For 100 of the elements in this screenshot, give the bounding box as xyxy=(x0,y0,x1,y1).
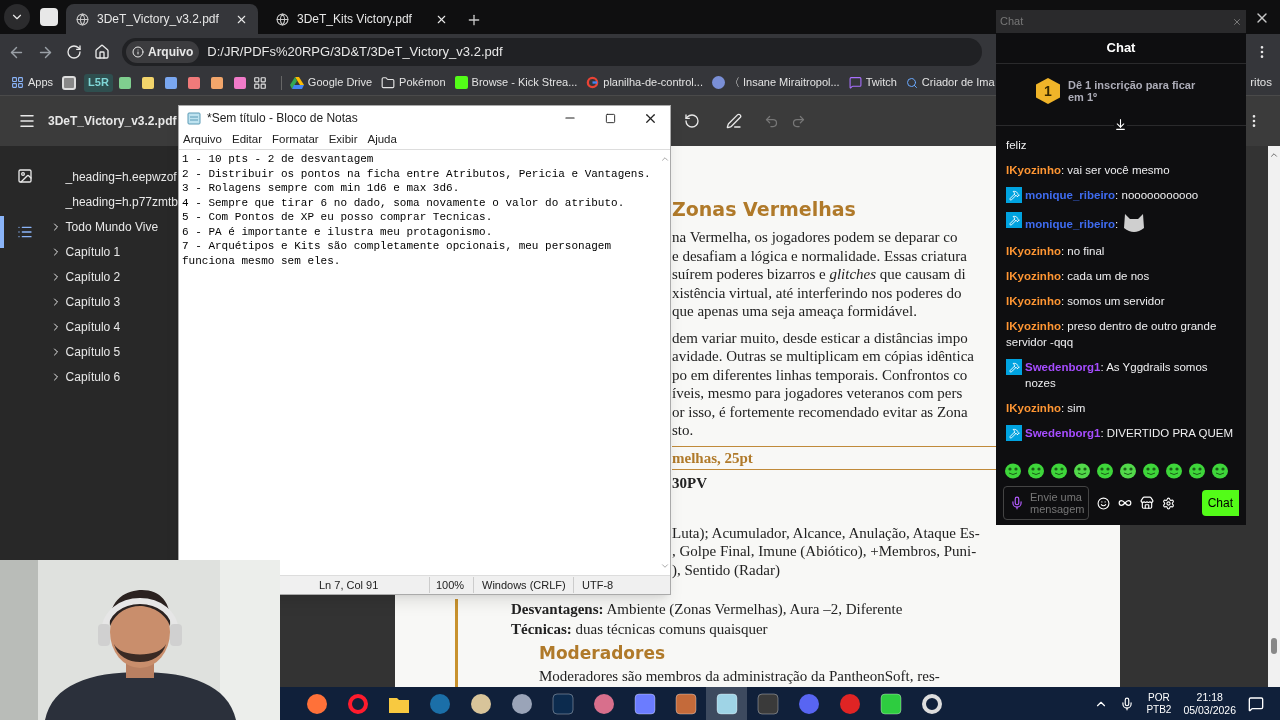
body-text: or isso, é fortemente recomendado evitar as Zona xyxy=(672,402,968,421)
body-text: sto. xyxy=(672,421,694,440)
new-tab-button[interactable] xyxy=(466,12,482,28)
bookmark[interactable]: Criador de Ima xyxy=(904,71,996,94)
store-icon[interactable] xyxy=(1140,496,1154,510)
chat-message: IKyozinho: no final xyxy=(1006,244,1106,259)
bookmark[interactable]: ritos xyxy=(1250,73,1280,92)
bookmark[interactable]: Browse - Kick Strea... xyxy=(453,71,579,94)
username[interactable]: IKyozinho xyxy=(1006,402,1061,414)
annotate-button[interactable] xyxy=(726,113,742,129)
bookmark[interactable]: Pokémon xyxy=(380,71,447,94)
microphone-icon[interactable] xyxy=(1010,496,1024,510)
text-line: 6 - PA é importante e ilustra meu protagonismo. xyxy=(182,224,494,239)
body-text: ), Sentido (Radar) xyxy=(672,560,780,579)
address-bar[interactable]: Arquivo D:/JR/PDFs%20RPG/3D&T/3DeT_Victory_v3.2.pdf xyxy=(122,38,982,66)
apps-icon xyxy=(11,76,24,89)
bookmark[interactable]: Twitch xyxy=(847,71,898,94)
text-line: 7 - Arquétipos e Kits são completamente opcionais, meu personagem funciona mesmo sem eles. xyxy=(182,239,613,268)
reload-button[interactable] xyxy=(66,44,82,60)
home-button[interactable] xyxy=(94,44,110,60)
scrollbar-thumb[interactable] xyxy=(1271,638,1277,654)
language-indicator[interactable]: POR PTB2 xyxy=(1146,691,1172,716)
outline-item[interactable]: _heading=h.eepwzof xyxy=(65,168,177,186)
app-icon xyxy=(305,692,328,715)
username[interactable]: IKyozinho xyxy=(1006,270,1061,282)
grid-icon xyxy=(252,75,267,90)
text-line: 5 - Com Pontos de XP eu posso comprar Tecnicas. xyxy=(182,210,494,225)
app-icon xyxy=(920,692,943,715)
chat-message: IKyozinho: somos um servidor xyxy=(1006,294,1166,309)
plus-icon xyxy=(466,12,482,28)
body-text: Desvantagens: Ambiente (Zonas Vermelhas), Aura –2, Diferente xyxy=(511,600,903,619)
app-icon xyxy=(428,692,451,715)
username[interactable]: IKyozinho xyxy=(1006,295,1061,307)
outline-item[interactable]: Capítulo 2 xyxy=(65,268,121,286)
outline-item[interactable]: Capítulo 6 xyxy=(65,368,121,386)
settings-icon[interactable] xyxy=(1162,496,1175,510)
taskbar-button[interactable] xyxy=(706,687,747,720)
body-text: Técnicas: duas técnicas comuns quaisquer xyxy=(511,620,768,639)
stat-text: 30PV xyxy=(672,473,708,492)
tab-search-button[interactable] xyxy=(4,4,30,30)
section-heading: Moderadores xyxy=(539,642,666,665)
menu-item[interactable]: Arquivo xyxy=(183,130,222,149)
chat-bubble-icon xyxy=(848,76,862,89)
menu-item[interactable]: Formatar xyxy=(272,130,319,149)
chat-message: monique_ribeiro: xyxy=(1025,212,1236,234)
redo-button[interactable] xyxy=(791,113,806,129)
emote-icon xyxy=(1096,461,1114,479)
scroll-up-icon[interactable] xyxy=(1269,150,1279,160)
outline-item[interactable]: _heading=h.p77zmtb xyxy=(65,193,178,211)
reload-icon xyxy=(66,44,82,60)
badge-icon xyxy=(712,76,725,89)
menu-item[interactable]: Editar xyxy=(232,130,263,149)
emote-icon xyxy=(1073,461,1091,479)
menu-item[interactable]: Ajuda xyxy=(367,130,397,149)
status-text: Ln 7, Col 91 xyxy=(319,577,380,593)
emote-icon xyxy=(1165,461,1183,479)
bookmark[interactable]: Apps xyxy=(10,71,55,94)
browser-tab[interactable]: 3DeT_Kits Victory.pdf xyxy=(266,4,458,34)
chat-message: feliz xyxy=(1006,138,1028,153)
outline-item[interactable]: Capítulo 1 xyxy=(65,243,121,261)
bookmark[interactable]: 〈 Insane Miraitropol... xyxy=(711,71,841,94)
scrollbar[interactable] xyxy=(1268,146,1280,687)
status-text: 100% xyxy=(429,576,473,594)
message-field[interactable]: Envie uma mensagem xyxy=(1003,486,1089,520)
browser-tab[interactable]: 3DeT_Victory_v3.2.pdf xyxy=(66,4,258,34)
outline-item[interactable]: Capítulo 3 xyxy=(65,293,121,311)
outline-item[interactable]: Capítulo 4 xyxy=(65,318,121,336)
outline-item[interactable]: Capítulo 5 xyxy=(65,343,121,361)
app-icon xyxy=(879,692,902,715)
rotate-button[interactable] xyxy=(684,113,700,129)
username[interactable]: IKyozinho xyxy=(1006,164,1061,176)
chat-button[interactable]: Chat xyxy=(1201,490,1239,516)
menu-icon xyxy=(18,112,36,130)
bookmark[interactable]: planilha-de-control... xyxy=(585,71,704,94)
chat-message: Swedenborg1: DIVERTIDO PRA QUEM xyxy=(1025,426,1235,441)
app-icon xyxy=(674,692,697,715)
smiley-icon[interactable] xyxy=(1097,496,1110,510)
bookmark[interactable]: Google Drive xyxy=(288,71,374,94)
chat-message: IKyozinho: cada um de nos xyxy=(1006,269,1151,284)
emote-icon xyxy=(1050,461,1068,479)
app-icon xyxy=(510,692,533,715)
outline-item[interactable]: Todo Mundo Vive xyxy=(65,218,159,236)
emote-icon xyxy=(1211,461,1229,479)
site-info-chip[interactable]: Arquivo xyxy=(126,41,200,63)
clock[interactable]: 21:18 05/03/2026 xyxy=(1183,690,1236,717)
app-icon xyxy=(633,692,656,715)
square-icon xyxy=(40,8,58,26)
chat-message: monique_ribeiro: nooooooooooo xyxy=(1025,188,1200,203)
square-icon xyxy=(62,75,77,90)
bookmark[interactable]: L5R xyxy=(84,73,113,92)
body-text: suírem poderes bizarros e glitches que causam di xyxy=(672,265,966,284)
menu-item[interactable]: Exibir xyxy=(328,130,358,149)
menu-button[interactable] xyxy=(18,112,36,130)
window-title: Chat xyxy=(1000,14,1024,30)
undo-button[interactable] xyxy=(764,113,779,129)
section-heading: Zonas Vermelhas xyxy=(672,198,857,220)
tab-title: 3DeT_Victory_v3.2.pdf xyxy=(97,11,220,28)
username[interactable]: IKyozinho xyxy=(1006,320,1061,332)
username[interactable]: IKyozinho xyxy=(1006,245,1061,257)
app-icon xyxy=(346,692,369,715)
